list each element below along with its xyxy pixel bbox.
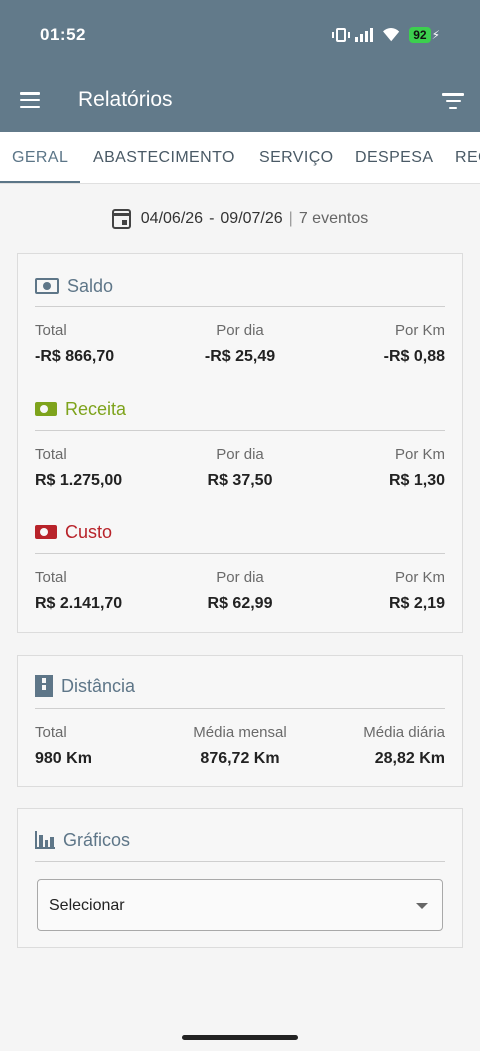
active-tab-indicator [0,181,80,183]
stat-label: Total [35,322,67,339]
cash-plus-icon [35,402,57,416]
status-icons: 92 ⚡ [332,26,440,44]
distance-header: Distância [35,671,445,701]
custo-per-day: R$ 62,99 [207,595,273,612]
event-count: 7 eventos [298,210,369,227]
saldo-stats: Total -R$ 866,70 Por dia -R$ 25,49 Por Km -… [35,322,445,372]
caret-down-icon [416,903,428,909]
distance-monthly-avg: 876,72 Km [200,750,280,767]
battery-icon: 92 ⚡ [409,27,440,43]
distance-daily-avg: 28,82 Km [374,750,445,767]
money-icon [35,278,59,294]
receita-total: R$ 1.275,00 [35,472,123,489]
top-bar: 01:52 92 ⚡ Relatórios [0,0,480,132]
road-icon [35,675,53,697]
stat-label: Por Km [394,569,445,586]
tab-servico[interactable]: SERVIÇO [259,149,334,167]
charging-icon: ⚡ [431,28,440,42]
stat-label: Por Km [394,446,445,463]
chart-select-value: Selecionar [49,897,125,914]
stat-label: Por dia [216,446,264,463]
receita-per-day: R$ 37,50 [207,472,273,489]
divider [35,553,445,554]
app-bar: Relatórios [0,70,480,132]
stat-label: Por dia [216,322,264,339]
cash-minus-icon [35,525,57,539]
distance-total: 980 Km [35,750,92,767]
tab-geral[interactable]: GERAL [12,149,68,167]
receita-stats: Total R$ 1.275,00 Por dia R$ 37,50 Por Km R… [35,446,445,496]
period-start: 04/06/26 [140,210,204,227]
period-dash: - [209,210,215,227]
stat-label: Média diária [363,724,445,741]
charts-card: Gráficos Selecionar [17,808,463,948]
saldo-header: Saldo [35,271,445,301]
saldo-per-km: -R$ 0,88 [383,348,445,365]
custo-title: Custo [65,521,113,542]
period-range[interactable]: 04/06/26 - 09/07/26 | 7 eventos [0,205,480,233]
status-time: 01:52 [40,25,86,44]
distance-card: Distância Total 980 Km Média mensal 876,72… [17,655,463,787]
receita-per-km: R$ 1,30 [388,472,445,489]
stat-label: Total [35,446,67,463]
distance-title: Distância [61,675,136,696]
home-indicator[interactable] [182,1035,298,1040]
divider [35,306,445,307]
stat-label: Total [35,724,67,741]
custo-stats: Total R$ 2.141,70 Por dia R$ 62,99 Por Km R… [35,569,445,619]
stat-label: Por Km [394,322,445,339]
divider [35,861,445,862]
receita-title: Receita [65,398,127,419]
saldo-total: -R$ 866,70 [35,348,115,365]
summary-card: Saldo Total -R$ 866,70 Por dia -R$ 25,49 P… [17,253,463,633]
saldo-per-day: -R$ 25,49 [204,348,276,365]
stat-label: Média mensal [193,724,287,741]
tab-receita[interactable]: REC [455,149,480,167]
charts-header: Gráficos [35,825,445,855]
battery-level: 92 [409,27,431,43]
chart-select[interactable]: Selecionar [37,879,443,931]
page-title: Relatórios [78,88,173,111]
menu-icon[interactable] [20,92,40,108]
custo-total: R$ 2.141,70 [35,595,123,612]
calendar-icon [111,209,131,229]
signal-icon [355,28,374,42]
divider [35,708,445,709]
vibrate-icon [332,28,351,42]
tab-bar: GERAL ABASTECIMENTO SERVIÇO DESPESA REC [0,132,480,184]
distance-stats: Total 980 Km Média mensal 876,72 Km Média … [35,724,445,774]
tab-abastecimento[interactable]: ABASTECIMENTO [93,149,235,167]
period-separator: | [288,210,293,227]
stat-label: Total [35,569,67,586]
receita-header: Receita [35,394,445,424]
charts-title: Gráficos [63,829,131,850]
tab-despesa[interactable]: DESPESA [355,149,433,167]
status-bar: 01:52 92 ⚡ [0,0,480,70]
wifi-icon [382,28,400,42]
filter-icon[interactable] [442,93,464,109]
custo-header: Custo [35,517,445,547]
divider [35,430,445,431]
bar-chart-icon [35,831,55,849]
stat-label: Por dia [216,569,264,586]
period-end: 09/07/26 [220,210,283,227]
saldo-title: Saldo [67,275,114,296]
custo-per-km: R$ 2,19 [388,595,445,612]
